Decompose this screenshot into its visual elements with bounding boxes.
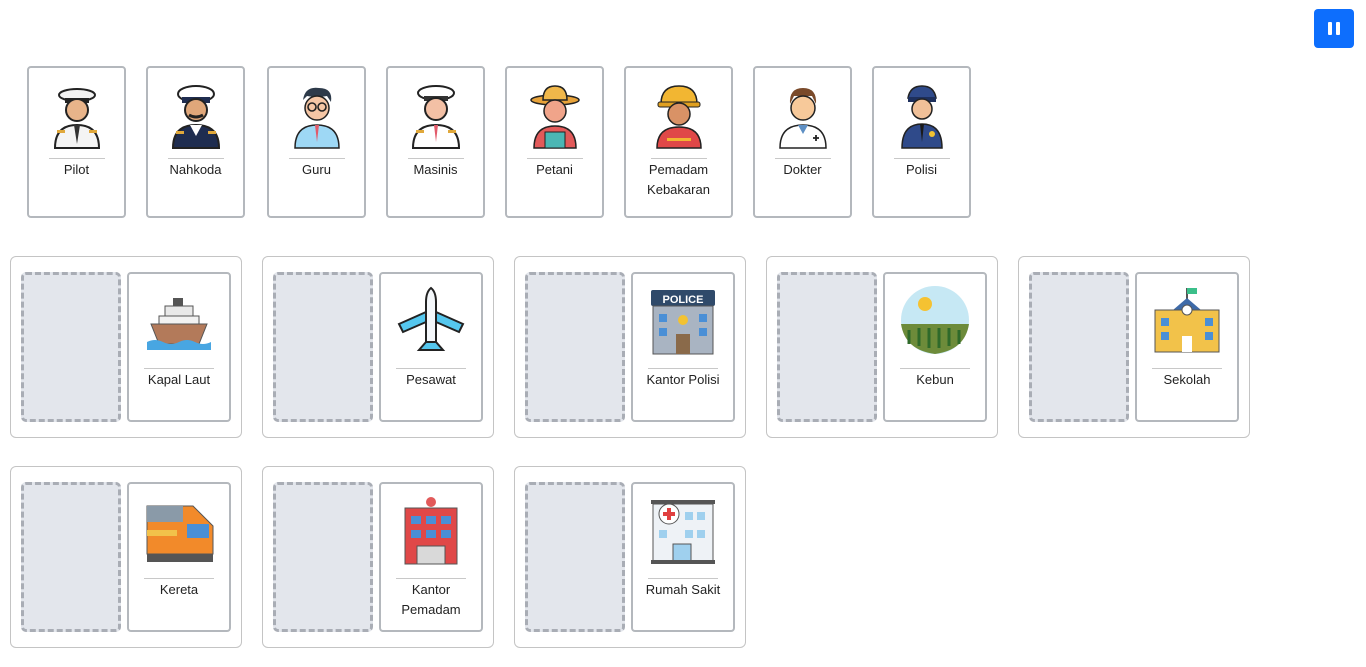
match-pair-kereta: Kereta <box>10 466 242 648</box>
ship-icon <box>147 298 211 350</box>
profession-label: Petani <box>536 162 573 177</box>
place-label: Kereta <box>159 582 199 597</box>
match-pair-kantor-polisi: POLICE Kantor Polisi <box>514 256 746 438</box>
police-officer-icon <box>900 85 943 149</box>
divider <box>1152 368 1222 369</box>
match-pair-kapal-laut: Kapal Laut <box>10 256 242 438</box>
drop-slot[interactable] <box>525 482 625 632</box>
match-pair-sekolah: Sekolah <box>1018 256 1250 438</box>
place-label: Kapal Laut <box>147 372 211 387</box>
profession-card-polisi[interactable]: Polisi <box>872 66 971 218</box>
profession-label: Dokter <box>783 162 822 177</box>
match-pair-kantor-pemadam: Kantor Pemadam <box>262 466 494 648</box>
profession-card-pemadam[interactable]: Pemadam Kebakaran <box>624 66 733 218</box>
place-label: Pesawat <box>406 372 456 387</box>
match-pair-kebun: Kebun <box>766 256 998 438</box>
hospital-icon <box>651 500 715 564</box>
airplane-icon <box>397 286 465 351</box>
teacher-icon <box>293 87 340 149</box>
train-icon <box>146 505 214 562</box>
profession-card-nahkoda[interactable]: Nahkoda <box>146 66 245 218</box>
divider <box>167 158 224 159</box>
place-label: Kebun <box>916 372 954 387</box>
divider <box>48 158 105 159</box>
divider <box>526 158 583 159</box>
profession-label: Pemadam Kebakaran <box>647 162 710 197</box>
ship-captain-icon <box>171 85 220 149</box>
fire-station-icon <box>404 497 458 565</box>
place-card-kebun: Kebun <box>883 272 987 422</box>
place-label: Kantor Polisi <box>646 372 720 387</box>
firefighter-icon <box>655 85 702 149</box>
profession-card-pilot[interactable]: Pilot <box>27 66 126 218</box>
divider <box>648 578 718 579</box>
divider <box>144 578 214 579</box>
divider <box>650 158 707 159</box>
divider <box>396 578 466 579</box>
match-pair-pesawat: Pesawat <box>262 256 494 438</box>
police-station-icon: POLICE <box>651 290 715 355</box>
drop-slot[interactable] <box>273 272 373 422</box>
drop-slot[interactable] <box>273 482 373 632</box>
place-card-kapal-laut: Kapal Laut <box>127 272 231 422</box>
place-card-kantor-pemadam: Kantor Pemadam <box>379 482 483 632</box>
doctor-icon <box>778 88 827 149</box>
divider <box>774 158 831 159</box>
profession-label: Polisi <box>905 162 938 177</box>
profession-card-petani[interactable]: Petani <box>505 66 604 218</box>
train-driver-icon <box>411 85 460 149</box>
pause-button[interactable] <box>1314 9 1354 48</box>
place-card-kereta: Kereta <box>127 482 231 632</box>
place-card-kantor-polisi: POLICE Kantor Polisi <box>631 272 735 422</box>
place-label: Rumah Sakit <box>645 582 721 597</box>
profession-card-dokter[interactable]: Dokter <box>753 66 852 218</box>
divider <box>288 158 345 159</box>
profession-label: Masinis <box>413 162 458 177</box>
divider <box>648 368 718 369</box>
divider <box>893 158 950 159</box>
profession-card-guru[interactable]: Guru <box>267 66 366 218</box>
place-label: Kantor Pemadam <box>401 582 461 617</box>
place-card-pesawat: Pesawat <box>379 272 483 422</box>
match-pair-rumah-sakit: Rumah Sakit <box>514 466 746 648</box>
divider <box>900 368 970 369</box>
place-card-sekolah: Sekolah <box>1135 272 1239 422</box>
profession-label: Guru <box>302 162 331 177</box>
drop-slot[interactable] <box>1029 272 1129 422</box>
drop-slot[interactable] <box>21 272 121 422</box>
divider <box>144 368 214 369</box>
place-card-rumah-sakit: Rumah Sakit <box>631 482 735 632</box>
drop-slot[interactable] <box>525 272 625 422</box>
garden-icon <box>901 286 969 354</box>
police-sign: POLICE <box>663 294 704 306</box>
profession-label: Nahkoda <box>169 162 222 177</box>
farmer-icon <box>529 85 580 149</box>
school-icon <box>1154 288 1220 353</box>
drop-slot[interactable] <box>777 272 877 422</box>
drop-slot[interactable] <box>21 482 121 632</box>
divider <box>396 368 466 369</box>
profession-card-masinis[interactable]: Masinis <box>386 66 485 218</box>
profession-label: Pilot <box>63 162 90 177</box>
pilot-icon <box>53 88 100 149</box>
pause-icon <box>1326 22 1342 35</box>
divider <box>407 158 464 159</box>
place-label: Sekolah <box>1163 372 1211 387</box>
